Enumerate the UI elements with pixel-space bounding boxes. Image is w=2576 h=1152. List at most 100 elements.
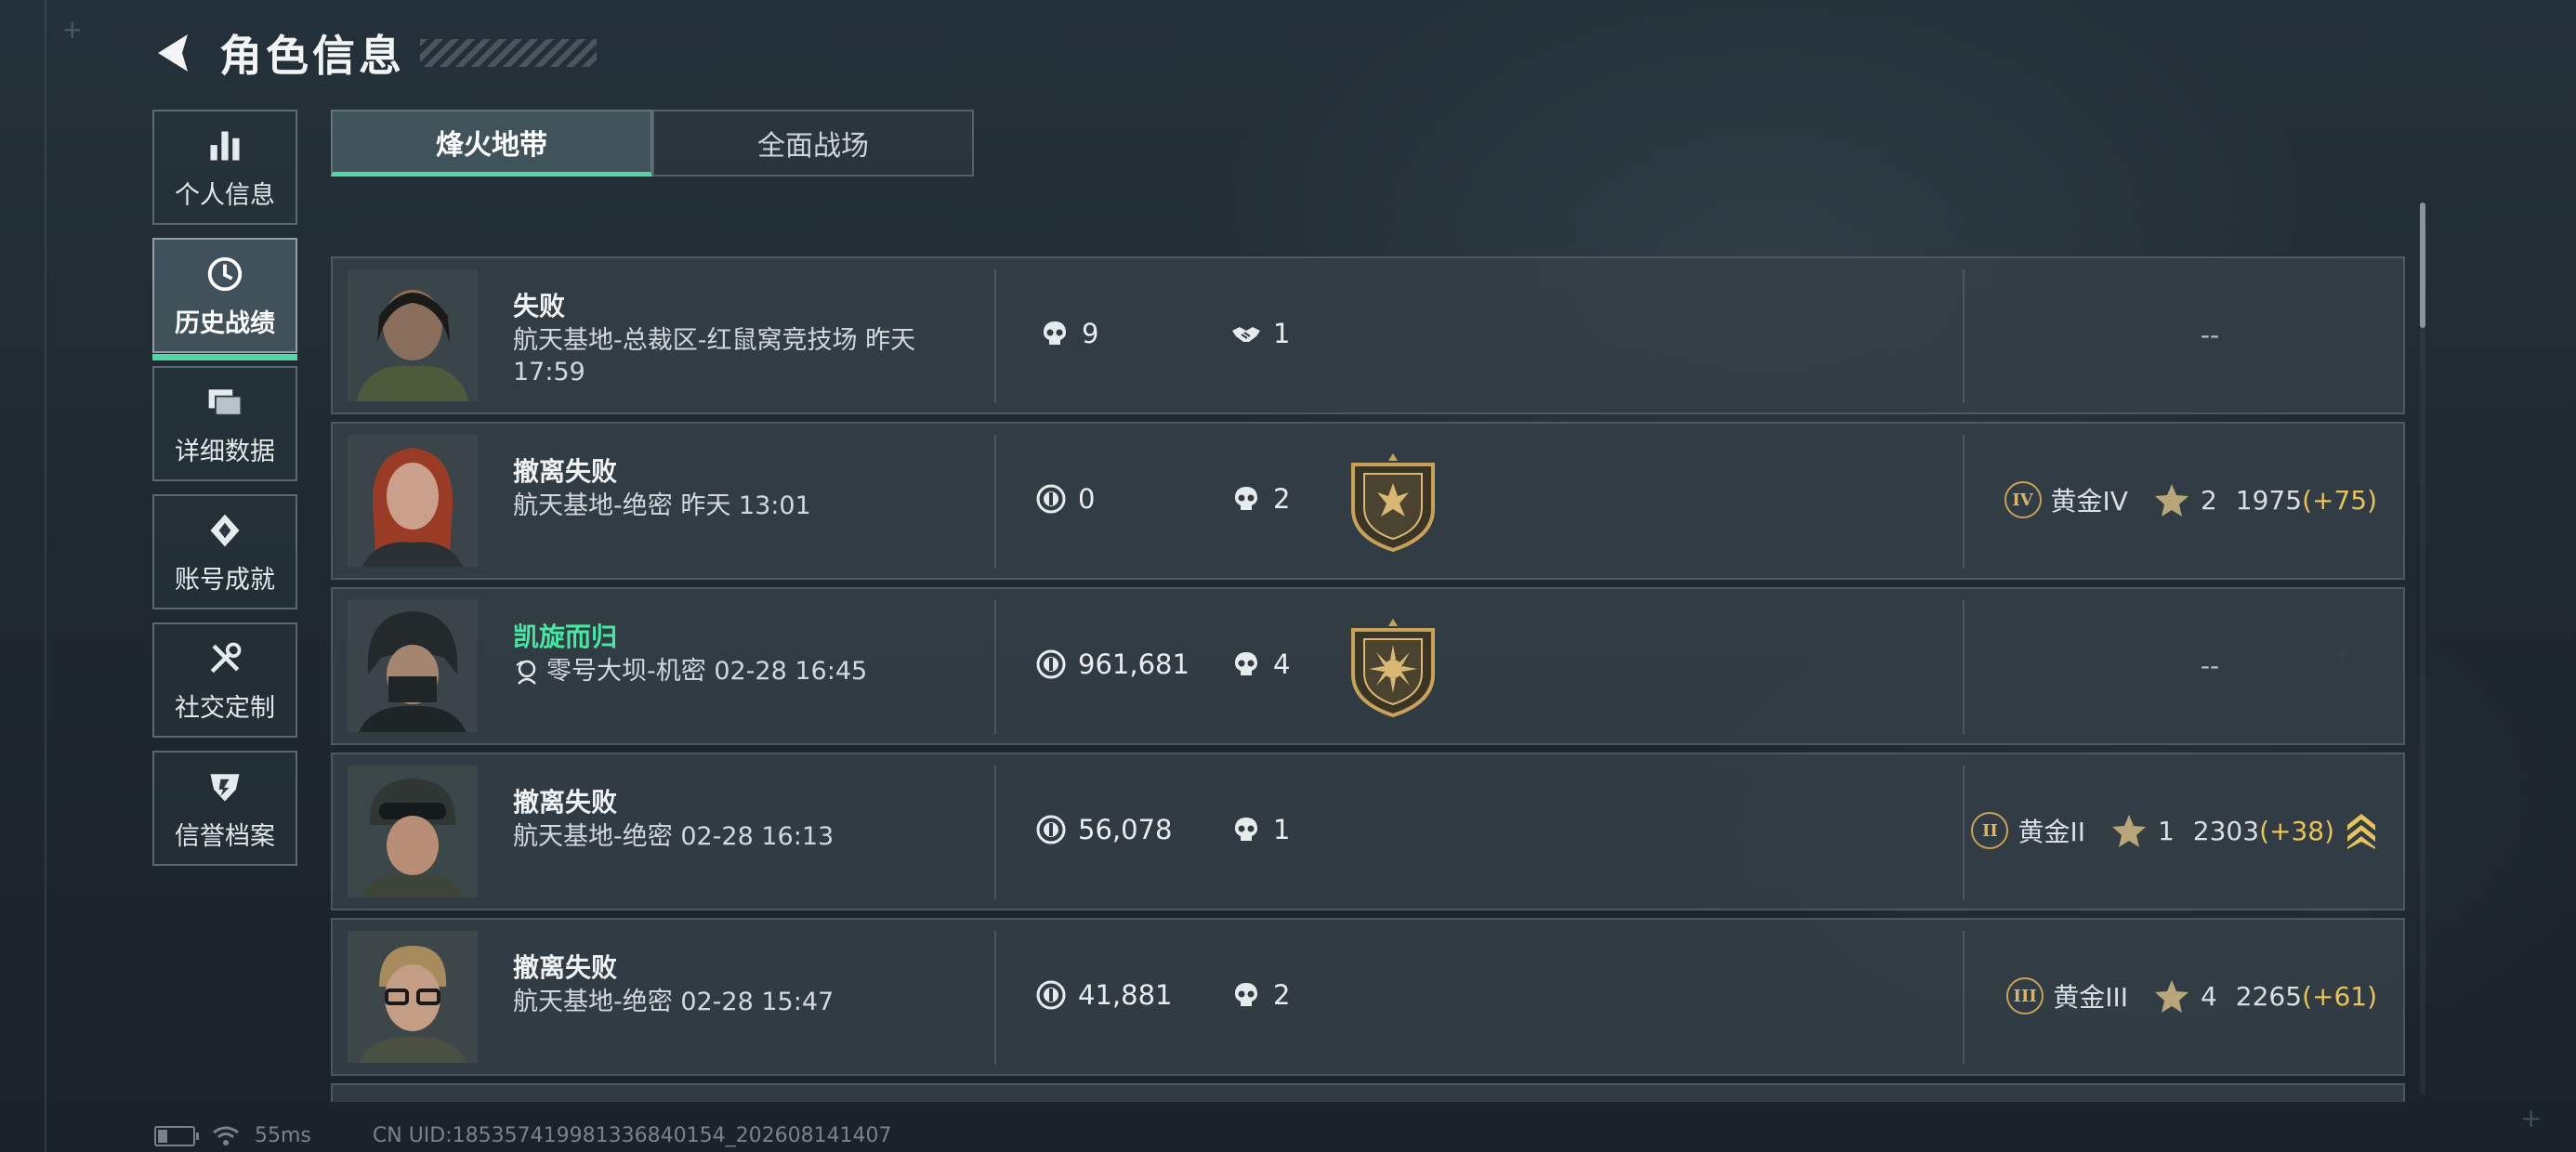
match-map-time-text: 零号大坝-机密 02-28 16:45 xyxy=(546,657,868,686)
rank-empty: -- xyxy=(2200,650,2220,681)
skull-icon xyxy=(1044,321,1066,345)
divider xyxy=(994,269,996,403)
wifi-icon xyxy=(213,1126,239,1145)
sidebar-item-social[interactable]: 社交定制 xyxy=(152,622,297,738)
match-result: 撤离失败 xyxy=(513,787,618,818)
value-stat: 961,681 xyxy=(1035,648,1189,680)
user-uid: CN UID:1853574199813368401​54_2026081414… xyxy=(372,1124,892,1147)
match-result: 凯旋而归 xyxy=(513,622,618,652)
divider xyxy=(1963,766,1965,899)
folders-icon xyxy=(204,381,246,424)
scrollbar-thumb[interactable] xyxy=(2420,203,2425,328)
sidebar-item-label: 账号成就 xyxy=(175,565,275,595)
coin-icon xyxy=(1036,815,1066,844)
divider xyxy=(994,435,996,569)
divider xyxy=(1963,435,1965,569)
stat-value: 1 xyxy=(1273,318,1291,349)
operator-mini-icon xyxy=(516,660,536,685)
rank-stars: 2 xyxy=(2200,484,2217,516)
stat-value: 56,078 xyxy=(1078,814,1173,845)
operator-avatar xyxy=(348,766,478,897)
kill-stat: 2 xyxy=(1230,483,1290,515)
grid-marker: + xyxy=(2520,1103,2543,1133)
value-stat: 56,078 xyxy=(1035,814,1172,845)
divider xyxy=(994,931,996,1065)
sidebar-item-label: 个人信息 xyxy=(175,180,275,210)
shield-eagle-badge xyxy=(1351,453,1435,553)
match-row[interactable]: 凯旋而归 零号大坝-机密 02-28 16:45 961,681 4 -- xyxy=(331,587,2405,745)
match-row[interactable]: 撤离失败 航天基地-绝密 02-28 15:47 41,881 2 III 黄金… xyxy=(331,918,2405,1076)
match-row[interactable]: 撤离失败 航天基地-绝密 昨天 13:01 0 2 IV 黄金IV 2 1975… xyxy=(331,422,2405,580)
match-history-list: 失败 航天基地-总裁区-红鼠窝竞技场 昨天 17:59 9 1 -- 撤离失败 … xyxy=(331,256,2405,1102)
match-result: 撤离失败 xyxy=(513,456,618,487)
kill-stat: 1 xyxy=(1230,814,1290,845)
frame-line xyxy=(45,0,46,1152)
sidebar-item-personal-info[interactable]: 个人信息 xyxy=(152,110,297,225)
status-footer: 55ms CN UID:1853574199813368401​54_20260… xyxy=(154,1124,892,1147)
rank-stars: 4 xyxy=(2200,980,2217,1012)
match-row[interactable]: 失败 航天基地-总裁区-红鼠窝竞技场 昨天 17:59 9 1 -- xyxy=(331,256,2405,414)
sidebar-item-history[interactable]: 历史战绩 xyxy=(152,238,297,360)
operator-avatar xyxy=(348,269,478,401)
tab-full-battlefield[interactable]: 全面战场 xyxy=(652,110,974,177)
ping-value: 55ms xyxy=(255,1124,311,1147)
assist-stat: 1 xyxy=(1230,318,1290,349)
credit-emblem-icon xyxy=(204,766,246,808)
rank-info: II 黄金II 1 2303 (+38) xyxy=(1971,812,2377,849)
shield-burst-badge xyxy=(1351,619,1435,718)
rank-score: 1975 xyxy=(2235,484,2303,516)
sidebar-item-achievements[interactable]: 账号成就 xyxy=(152,494,297,609)
stat-value: 41,881 xyxy=(1078,979,1173,1011)
bar-chart-icon xyxy=(204,124,246,167)
tab-hazard-zone[interactable]: 烽火地带 xyxy=(331,110,652,177)
skull-icon xyxy=(1235,818,1257,841)
rank-info: III 黄金III 4 2265 (+61) xyxy=(2006,977,2377,1015)
kill-stat: 2 xyxy=(1230,979,1290,1011)
coin-icon xyxy=(1036,980,1066,1010)
sidebar: 个人信息 历史战绩 详细数据 账号成就 社交定制 信誉档案 xyxy=(152,110,301,879)
divider xyxy=(1963,931,1965,1065)
rank-tier-numeral-icon: III xyxy=(2006,977,2044,1015)
sidebar-item-label: 历史战绩 xyxy=(175,308,275,338)
stat-value: 0 xyxy=(1078,483,1096,515)
divider xyxy=(994,600,996,734)
sidebar-item-detailed-data[interactable]: 详细数据 xyxy=(152,366,297,481)
coin-icon xyxy=(1036,649,1066,679)
scrollbar[interactable] xyxy=(2420,203,2425,1094)
skull-icon xyxy=(1235,652,1257,675)
stat-value: 4 xyxy=(1273,648,1291,680)
match-map-time: 航天基地-绝密 昨天 13:01 xyxy=(513,491,811,520)
match-row[interactable] xyxy=(331,1083,2405,1102)
operator-avatar xyxy=(348,600,478,732)
rank-score: 2303 xyxy=(2192,815,2260,846)
rank-info: IV 黄金IV 2 1975 (+75) xyxy=(2004,481,2377,518)
stat-value: 2 xyxy=(1273,979,1291,1011)
divider xyxy=(994,766,996,899)
battery-icon xyxy=(154,1125,199,1146)
header: 角色信息 xyxy=(149,20,597,85)
sidebar-item-label: 信誉档案 xyxy=(175,821,275,851)
star-icon xyxy=(2111,815,2146,847)
wrench-tools-icon xyxy=(204,637,246,680)
sidebar-item-label: 详细数据 xyxy=(175,437,275,466)
rank-tier-numeral-icon: IV xyxy=(2004,481,2042,518)
kill-stat: 4 xyxy=(1230,648,1290,680)
stat-value: 2 xyxy=(1273,483,1291,515)
star-icon xyxy=(2154,980,2188,1013)
rank-tier: 黄金II xyxy=(2017,817,2085,847)
achievement-diamond-icon xyxy=(204,509,246,552)
handshake-icon xyxy=(1232,327,1260,342)
rank-gain: (+61) xyxy=(2302,980,2377,1012)
sidebar-item-label: 社交定制 xyxy=(175,693,275,723)
sidebar-item-credit[interactable]: 信誉档案 xyxy=(152,751,297,866)
rank-up-chevron-icon xyxy=(2347,814,2375,849)
rank-tier: 黄金III xyxy=(2053,982,2128,1013)
match-map-time: 航天基地-绝密 02-28 16:13 xyxy=(513,822,835,851)
match-map-time: 零号大坝-机密 02-28 16:45 xyxy=(513,656,940,687)
match-map-time: 航天基地-总裁区-红鼠窝竞技场 昨天 17:59 xyxy=(513,326,916,386)
match-row[interactable]: 撤离失败 航天基地-绝密 02-28 16:13 56,078 1 II 黄金I… xyxy=(331,753,2405,910)
match-result: 失败 xyxy=(513,291,566,321)
value-stat: 41,881 xyxy=(1035,979,1172,1011)
title-decoration xyxy=(420,39,597,67)
back-arrow-icon[interactable] xyxy=(149,27,201,79)
